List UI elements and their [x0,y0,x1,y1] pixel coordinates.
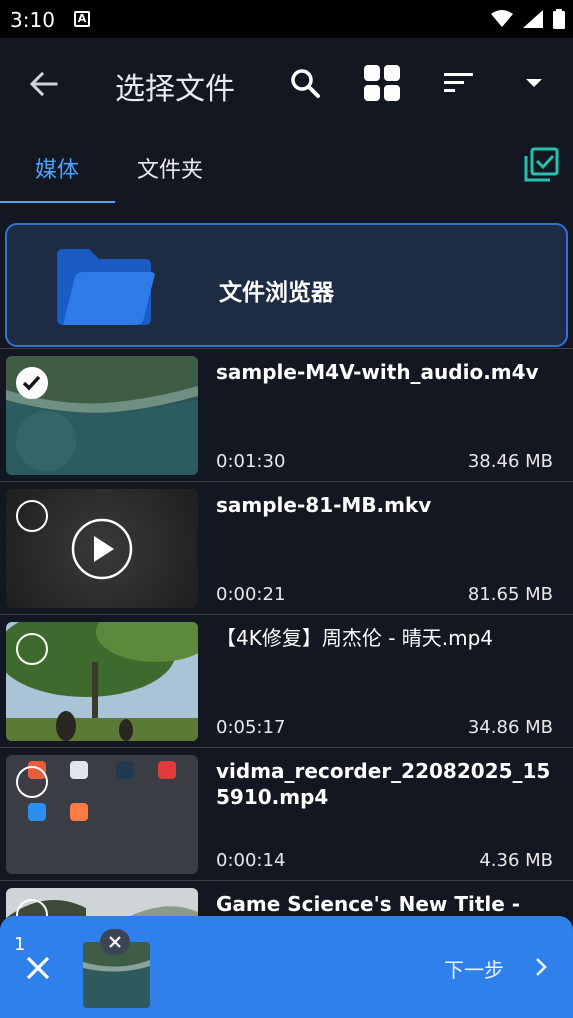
file-name: Game Science's New Title - [216,892,521,916]
grid-view-icon[interactable] [363,64,401,102]
file-duration: 0:00:21 [216,584,286,605]
video-thumbnail [6,356,198,475]
file-name: sample-M4V-with_audio.m4v [216,360,539,384]
file-size: 81.65 MB [467,584,553,605]
status-bar: 3:10 A [0,0,573,38]
folder-icon [57,249,155,325]
file-duration: 0:00:14 [216,850,286,871]
file-browser-label: 文件浏览器 [219,280,334,306]
file-duration: 0:01:30 [216,451,286,472]
active-tab-indicator [0,201,115,203]
file-size: 34.86 MB [467,717,553,738]
video-thumbnail [6,622,198,741]
list-item[interactable]: vidma_recorder_22082025_155910.mp4 0:00:… [0,747,573,880]
remove-icon [109,936,121,948]
remove-selected-button[interactable] [100,929,130,955]
list-item[interactable]: sample-M4V-with_audio.m4v 0:01:30 38.46 … [0,348,573,481]
selected-checkbox[interactable] [16,367,48,399]
unselected-checkbox[interactable] [16,633,48,665]
select-all-icon[interactable] [522,146,560,184]
list-item[interactable]: sample-81-MB.mkv 0:00:21 81.65 MB [0,481,573,614]
status-time: 3:10 [10,8,55,32]
file-duration: 0:05:17 [216,717,286,738]
tab-folder[interactable]: 文件夹 [137,152,203,184]
file-size: 38.46 MB [467,451,553,472]
app-bar: 选择文件 [0,38,573,130]
file-name: vidma_recorder_22082025_155910.mp4 [216,759,551,809]
file-name: sample-81-MB.mkv [216,493,432,517]
tab-media[interactable]: 媒体 [35,152,79,184]
video-thumbnail [6,489,198,608]
signal-icon [523,10,543,28]
file-name: 【4K修复】周杰伦 - 晴天.mp4 [216,626,494,650]
sort-icon[interactable] [440,64,478,102]
close-icon[interactable] [24,954,52,982]
selection-bar: 1 下一步 [0,916,573,1018]
list-item[interactable]: 【4K修复】周杰伦 - 晴天.mp4 0:05:17 34.86 MB [0,614,573,747]
unselected-checkbox[interactable] [16,500,48,532]
unselected-checkbox[interactable] [16,766,48,798]
file-size: 4.36 MB [479,850,553,871]
selected-count: 1 [14,934,26,955]
notification-icon: A [74,11,90,27]
video-thumbnail [6,755,198,874]
battery-icon [553,9,565,29]
search-icon[interactable] [286,64,324,102]
back-arrow-icon[interactable] [26,66,62,102]
page-title: 选择文件 [115,72,235,107]
wifi-icon [491,10,513,27]
file-browser-button[interactable]: 文件浏览器 [5,223,568,347]
dropdown-arrow-icon[interactable] [515,64,553,102]
chevron-right-icon[interactable] [530,956,552,978]
next-step-button[interactable]: 下一步 [444,954,504,983]
tab-bar: 媒体 文件夹 [0,130,573,204]
